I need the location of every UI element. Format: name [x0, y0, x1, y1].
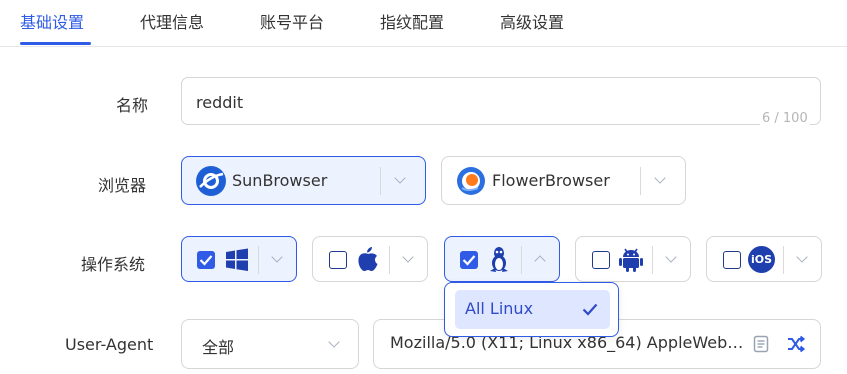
os-option-macos[interactable]	[312, 236, 428, 282]
chevron-down-icon[interactable]	[796, 251, 808, 263]
apple-icon	[355, 245, 381, 277]
shuffle-icon[interactable]	[786, 334, 806, 358]
chevron-up-icon[interactable]	[534, 255, 546, 267]
chevron-down-icon[interactable]	[394, 172, 406, 184]
dropdown-item-label: All Linux	[465, 299, 534, 318]
name-label: 名称	[116, 96, 149, 115]
linux-icon	[487, 246, 511, 278]
flowerbrowser-logo-icon	[456, 166, 486, 196]
os-option-linux[interactable]	[444, 236, 560, 282]
windows-checkbox[interactable]	[197, 251, 215, 269]
name-input[interactable]	[196, 90, 756, 114]
tab-proxy-info[interactable]: 代理信息	[140, 9, 204, 33]
chevron-down-icon[interactable]	[328, 336, 340, 348]
chevron-down-icon[interactable]	[654, 172, 666, 184]
select-divider	[380, 167, 381, 195]
tab-fingerprint-config[interactable]: 指纹配置	[380, 9, 444, 33]
android-icon	[618, 247, 644, 277]
checkmark-icon	[582, 303, 598, 316]
chevron-down-icon[interactable]	[271, 251, 283, 263]
ios-icon: iOS	[748, 246, 775, 273]
os-option-android[interactable]	[575, 236, 691, 282]
select-divider	[652, 246, 653, 274]
document-icon[interactable]	[753, 335, 769, 357]
basic-settings-page: 基础设置 代理信息 账号平台 指纹配置 高级设置 名称 6 / 100 浏览器 …	[0, 0, 847, 374]
sunbrowser-logo-icon	[196, 166, 226, 196]
select-divider	[783, 246, 784, 274]
tab-account-platform[interactable]: 账号平台	[260, 9, 324, 33]
macos-checkbox[interactable]	[329, 251, 347, 269]
select-divider	[640, 167, 641, 195]
name-field[interactable]	[181, 77, 821, 125]
flowerbrowser-label: FlowerBrowser	[492, 171, 610, 190]
browser-label: 浏览器	[98, 176, 147, 195]
select-divider	[258, 246, 259, 274]
android-checkbox[interactable]	[592, 251, 610, 269]
tab-basic-settings[interactable]: 基础设置	[20, 9, 84, 33]
browser-option-flowerbrowser[interactable]: FlowerBrowser	[441, 156, 686, 205]
user-agent-scope-value: 全部	[202, 338, 235, 357]
browser-option-sunbrowser[interactable]: SunBrowser	[181, 156, 426, 205]
dropdown-item-all-linux[interactable]: All Linux	[455, 290, 610, 329]
user-agent-label: User-Agent	[65, 335, 154, 354]
sunbrowser-label: SunBrowser	[232, 171, 328, 190]
os-option-windows[interactable]	[181, 236, 297, 282]
select-divider	[521, 246, 522, 274]
linux-version-dropdown: All Linux	[444, 282, 619, 337]
windows-icon	[224, 247, 250, 277]
select-divider	[389, 246, 390, 274]
os-label: 操作系统	[81, 255, 146, 274]
tab-advanced-settings[interactable]: 高级设置	[500, 9, 564, 33]
ios-checkbox[interactable]	[723, 251, 741, 269]
os-option-ios[interactable]: iOS	[706, 236, 822, 282]
user-agent-scope-select[interactable]: 全部	[181, 319, 359, 369]
settings-tabs: 基础设置 代理信息 账号平台 指纹配置 高级设置	[0, 0, 847, 47]
active-tab-indicator	[20, 42, 91, 45]
name-char-counter: 6 / 100	[760, 111, 810, 126]
linux-checkbox[interactable]	[460, 251, 478, 269]
chevron-down-icon[interactable]	[665, 251, 677, 263]
chevron-down-icon[interactable]	[402, 251, 414, 263]
